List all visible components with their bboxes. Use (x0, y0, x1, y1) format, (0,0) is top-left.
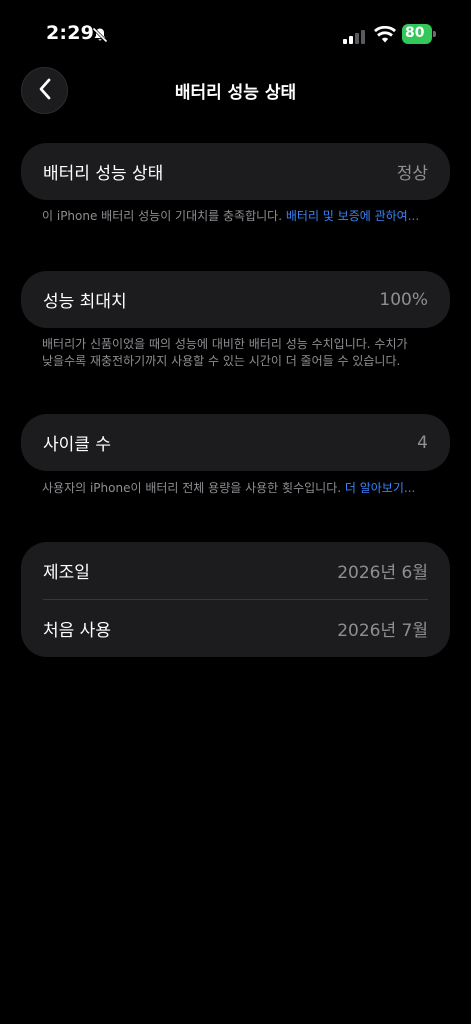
first-use-label: 처음 사용 (43, 621, 111, 641)
max-capacity-label: 성능 최대치 (43, 292, 127, 312)
bell-slash-icon (92, 27, 108, 43)
wifi-icon (374, 25, 396, 43)
learn-more-link[interactable]: 더 알아보기... (345, 481, 415, 495)
battery-health-label: 배터리 성능 상태 (43, 164, 164, 184)
cycle-count-footnote-text: 사용자의 iPhone이 배터리 전체 용량을 사용한 횟수입니다. (42, 481, 345, 495)
status-bar: 2:29 80 (0, 0, 471, 60)
manufacture-date-row: 제조일 2026년 6월 (21, 542, 450, 599)
battery-icon: 80 (402, 24, 436, 44)
battery-health-footnote-text: 이 iPhone 배터리 성능이 기대치를 충족합니다. (42, 209, 286, 223)
max-capacity-row: 성능 최대치 100% (21, 271, 450, 328)
cycle-count-value: 4 (417, 432, 428, 453)
battery-health-footnote: 이 iPhone 배터리 성능이 기대치를 충족합니다. 배터리 및 보증에 관… (42, 208, 422, 225)
battery-cap (433, 31, 436, 37)
battery-health-value: 정상 (396, 164, 428, 184)
battery-health-card: 배터리 성능 상태 정상 (21, 143, 450, 200)
dates-card: 제조일 2026년 6월 처음 사용 2026년 7월 (21, 542, 450, 657)
battery-health-row: 배터리 성능 상태 정상 (21, 143, 450, 200)
battery-level: 80 (405, 25, 425, 41)
cycle-count-card: 사이클 수 4 (21, 414, 450, 471)
max-capacity-card: 성능 최대치 100% (21, 271, 450, 328)
first-use-value: 2026년 7월 (337, 621, 428, 641)
first-use-row: 처음 사용 2026년 7월 (21, 600, 450, 657)
page-title: 배터리 성능 상태 (174, 83, 297, 103)
battery-warranty-link[interactable]: 배터리 및 보증에 관하여... (286, 209, 419, 223)
cellular-signal-icon (343, 29, 367, 44)
status-time: 2:29 (46, 22, 95, 44)
max-capacity-value: 100% (379, 289, 428, 310)
cycle-count-footnote: 사용자의 iPhone이 배터리 전체 용량을 사용한 횟수입니다. 더 알아보… (42, 480, 422, 497)
cycle-count-row: 사이클 수 4 (21, 414, 450, 471)
cycle-count-label: 사이클 수 (43, 435, 111, 455)
max-capacity-footnote: 배터리가 신품이었을 때의 성능에 대비한 배터리 성능 수치입니다. 수치가 … (42, 337, 408, 368)
manufacture-date-value: 2026년 6월 (337, 563, 428, 583)
manufacture-date-label: 제조일 (43, 563, 90, 583)
